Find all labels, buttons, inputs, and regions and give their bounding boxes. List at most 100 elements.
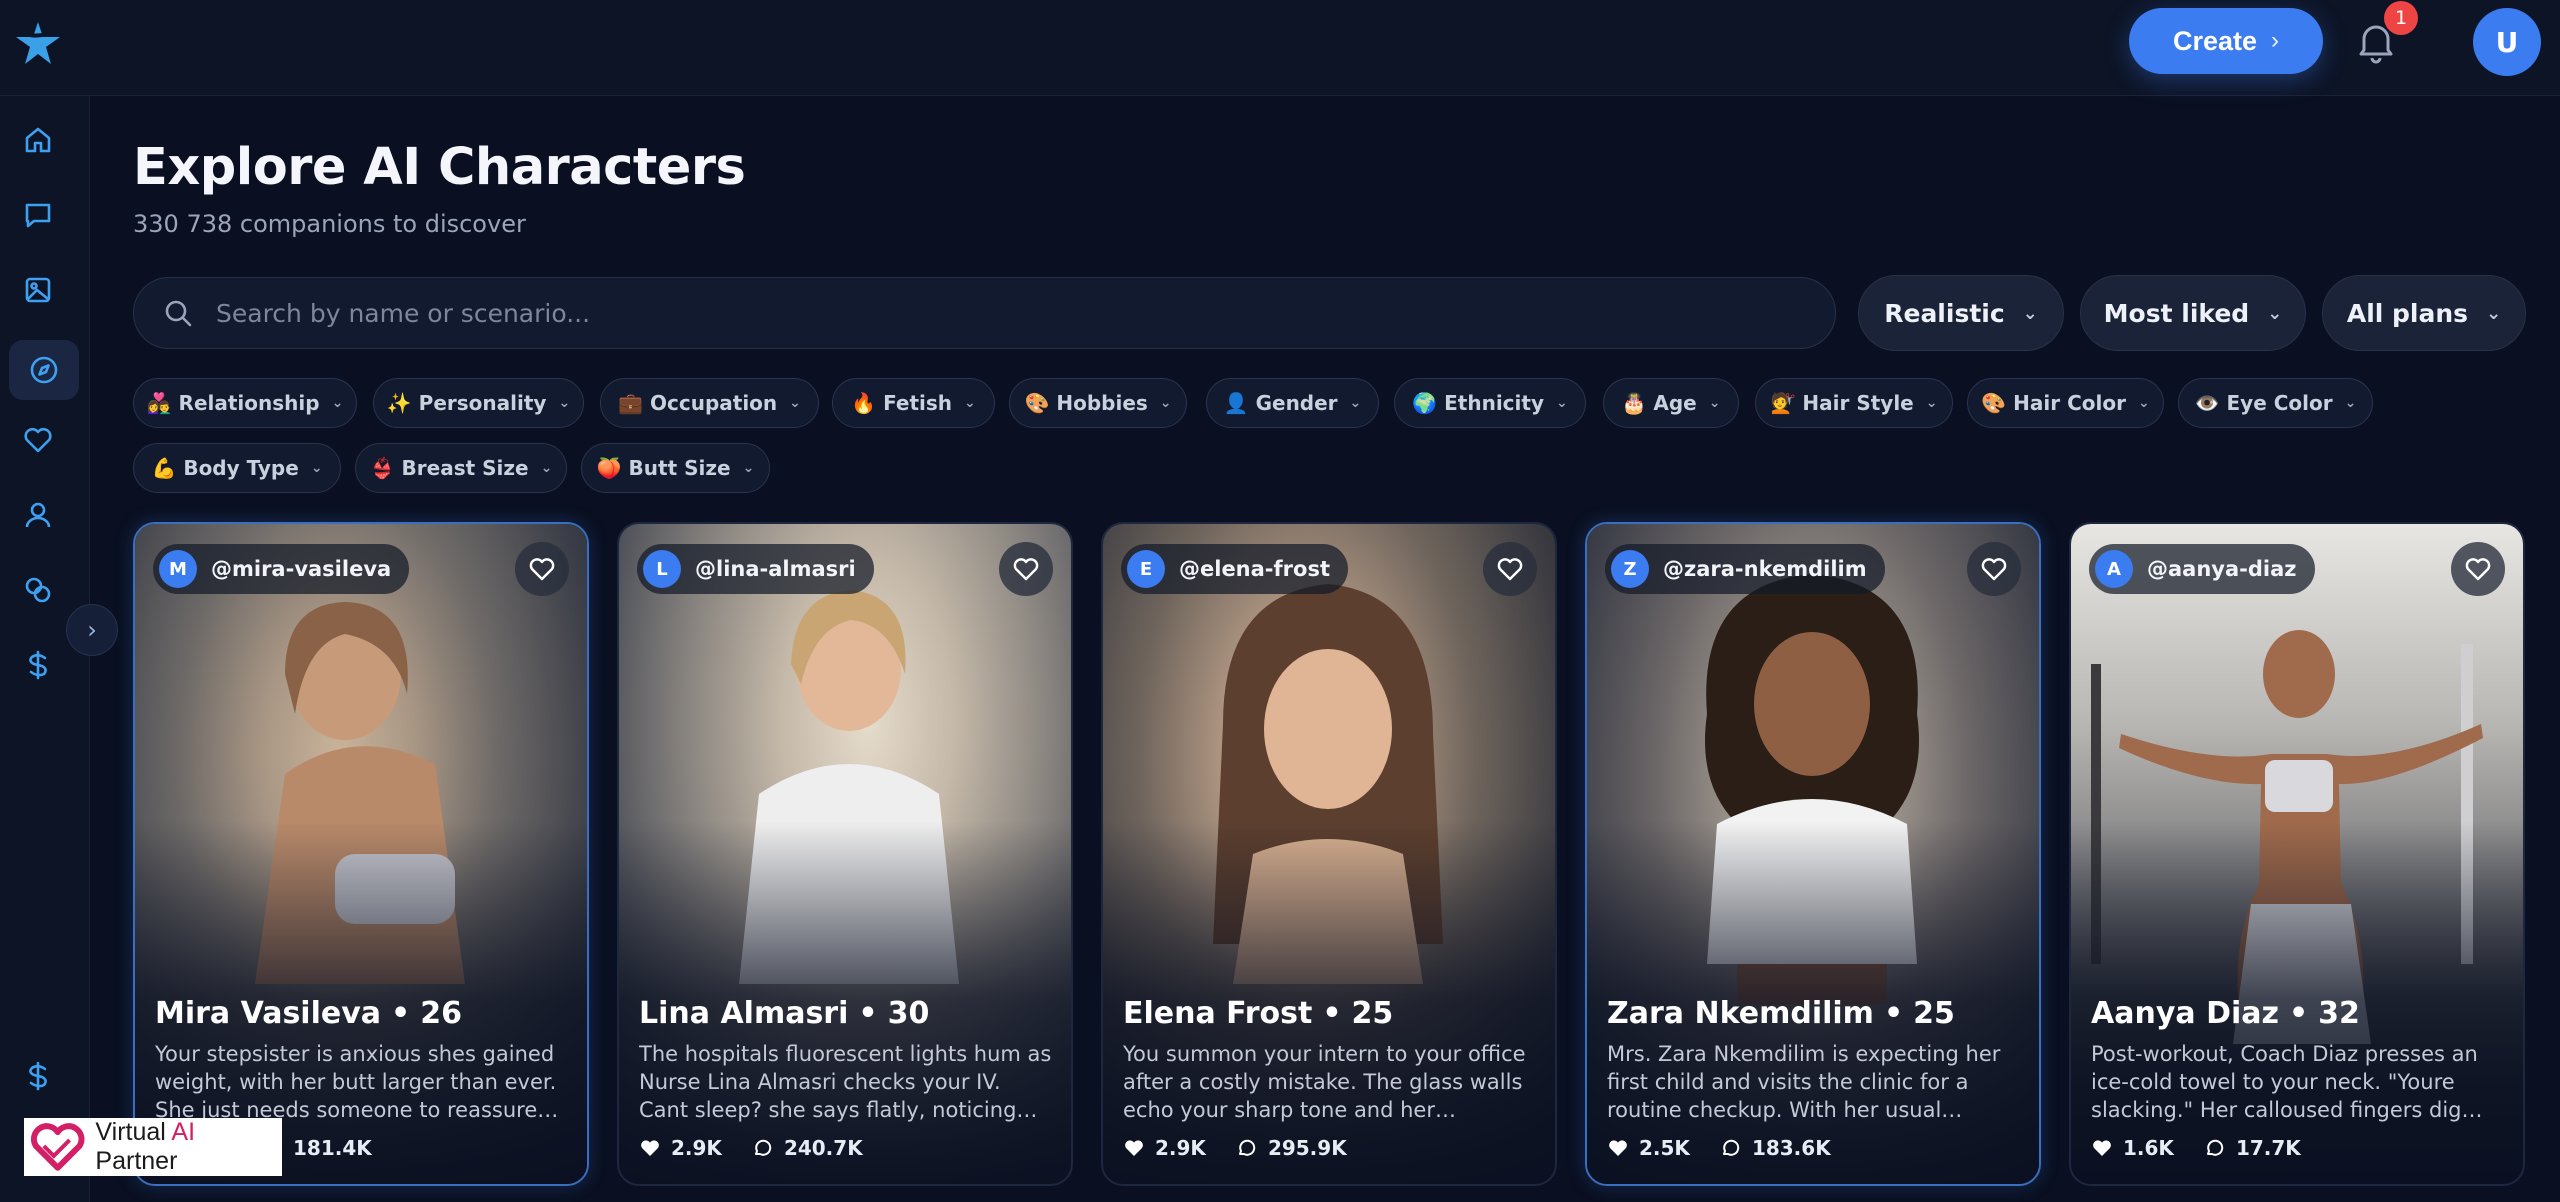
dollar-icon-bottom[interactable]	[16, 1054, 60, 1098]
favorite-button[interactable]	[999, 542, 1053, 596]
chip-hair-style[interactable]: 💇 Hair Style ⌄	[1755, 378, 1953, 428]
handle-name: @elena-frost	[1179, 557, 1330, 581]
chip-breast-size[interactable]: 👙 Breast Size ⌄	[355, 443, 567, 493]
chevron-down-icon: ⌄	[964, 395, 976, 411]
coins-icon[interactable]	[16, 568, 60, 612]
creator-handle[interactable]: E @elena-frost	[1121, 544, 1348, 594]
character-name-line: Zara Nkemdilim • 25	[1607, 996, 1955, 1031]
search-input[interactable]	[216, 298, 1766, 328]
chip-label: 🎨 Hobbies	[1024, 391, 1148, 415]
character-name-line: Mira Vasileva • 26	[155, 996, 462, 1031]
chat-count-value: 240.7K	[783, 1136, 863, 1160]
like-count: 1.6K	[2091, 1136, 2174, 1160]
user-avatar[interactable]: U	[2473, 8, 2541, 76]
heart-outline-icon	[1981, 558, 2007, 581]
chip-occupation[interactable]: 💼 Occupation ⌄	[600, 378, 819, 428]
like-count: 2.9K	[1123, 1136, 1206, 1160]
chat-count-value: 181.4K	[293, 1136, 372, 1160]
chip-age[interactable]: 🎂 Age ⌄	[1603, 378, 1739, 428]
handle-avatar: L	[643, 550, 681, 588]
style-dropdown[interactable]: Realistic ⌄	[1858, 275, 2064, 351]
chip-body-type[interactable]: 💪 Body Type ⌄	[133, 443, 341, 493]
top-bar: Create › 1 U	[0, 0, 2560, 96]
character-card[interactable]: M @mira-vasileva Mira Vasileva • 26 Your s…	[133, 522, 589, 1186]
card-stats: 2.9K 240.7K	[639, 1136, 863, 1160]
like-count-value: 2.5K	[1639, 1136, 1690, 1160]
chip-relationship[interactable]: 👩‍❤️‍👨 Relationship ⌄	[133, 378, 357, 428]
chip-hair-color[interactable]: 🎨 Hair Color ⌄	[1967, 378, 2164, 428]
character-name-line: Lina Almasri • 30	[639, 996, 930, 1031]
favorite-button[interactable]	[1967, 542, 2021, 596]
handle-name: @zara-nkemdilim	[1663, 557, 1867, 581]
chip-label: 🎂 Age	[1621, 391, 1697, 415]
creator-handle[interactable]: M @mira-vasileva	[153, 544, 410, 594]
chip-label: 💪 Body Type	[151, 456, 299, 480]
watermark-text-a: Virtual	[95, 1118, 172, 1146]
description-text: Post-workout, Coach Diaz presses an ice-…	[2091, 1042, 2478, 1122]
comment-icon	[1722, 1139, 1740, 1156]
heart-filled-icon	[1609, 1140, 1627, 1156]
character-card[interactable]: L @lina-almasri Lina Almasri • 30 The hosp…	[617, 522, 1073, 1186]
dollar-icon[interactable]	[16, 643, 60, 687]
home-icon[interactable]	[16, 118, 60, 162]
chat-icon[interactable]	[16, 193, 60, 237]
like-count-value: 1.6K	[2123, 1136, 2174, 1160]
chevron-down-icon: ⌄	[310, 460, 323, 476]
chevron-right-icon: ›	[2271, 27, 2280, 54]
character-card[interactable]: A @aanya-diaz Aanya Diaz • 32 Post-workout…	[2069, 522, 2525, 1186]
compass-icon[interactable]	[9, 340, 79, 400]
chip-hobbies[interactable]: 🎨 Hobbies ⌄	[1009, 378, 1187, 428]
description-text: Your stepsister is anxious shes gained w…	[155, 1042, 557, 1122]
character-age: 32	[2318, 996, 2360, 1031]
card-stats: 2.5K 183.6K	[1607, 1136, 1831, 1160]
description-text: The hospitals fluorescent lights hum as …	[639, 1042, 1052, 1122]
card-stats: 1.6K 17.7K	[2091, 1136, 2301, 1160]
creator-handle[interactable]: Z @zara-nkemdilim	[1605, 544, 1885, 594]
heart-outline-icon	[2465, 558, 2491, 581]
logo-star-icon[interactable]	[12, 18, 64, 70]
creator-handle[interactable]: L @lina-almasri	[637, 544, 874, 594]
image-icon[interactable]	[16, 268, 60, 312]
plans-dropdown[interactable]: All plans ⌄	[2322, 275, 2526, 351]
favorite-button[interactable]	[2451, 542, 2505, 596]
sidebar-expand-button[interactable]: ›	[66, 604, 118, 656]
chevron-down-icon: ⌄	[331, 395, 344, 411]
chip-fetish[interactable]: 🔥 Fetish ⌄	[832, 378, 995, 428]
page-subtitle: 330 738 companions to discover	[133, 210, 526, 238]
heart-icon[interactable]	[16, 418, 60, 462]
chat-count: 181.4K	[293, 1136, 372, 1160]
chip-personality[interactable]: ✨ Personality ⌄	[373, 378, 584, 428]
chip-label: 🎨 Hair Color	[1981, 391, 2126, 415]
character-name-line: Aanya Diaz • 32	[2091, 996, 2360, 1031]
watermark: Virtual AI Partner	[24, 1118, 282, 1176]
notification-badge: 1	[2384, 1, 2418, 35]
chip-butt-size[interactable]: 🍑 Butt Size ⌄	[581, 443, 770, 493]
character-name: Elena Frost	[1123, 996, 1313, 1031]
create-button[interactable]: Create ›	[2129, 8, 2323, 74]
chat-count: 295.9K	[1236, 1136, 1347, 1160]
chat-count: 17.7K	[2204, 1136, 2301, 1160]
heart-filled-icon	[2093, 1140, 2111, 1156]
chevron-down-icon: ⌄	[789, 395, 801, 411]
handle-avatar: A	[2095, 550, 2133, 588]
heart-logo-icon	[31, 1123, 85, 1171]
search-bar[interactable]	[133, 277, 1836, 349]
chip-label: 👁️ Eye Color	[2194, 391, 2333, 415]
chat-count: 183.6K	[1720, 1136, 1831, 1160]
chip-eye-color[interactable]: 👁️ Eye Color ⌄	[2178, 378, 2373, 428]
page-title: Explore AI Characters	[133, 138, 746, 197]
handle-name: @mira-vasileva	[211, 557, 392, 581]
like-count: 2.9K	[639, 1136, 722, 1160]
chip-gender[interactable]: 👤 Gender ⌄	[1206, 378, 1379, 428]
chevron-down-icon: ⌄	[1925, 395, 1938, 411]
favorite-button[interactable]	[515, 542, 569, 596]
sort-dropdown[interactable]: Most liked ⌄	[2080, 275, 2306, 351]
character-card[interactable]: E @elena-frost Elena Frost • 25 You summon…	[1101, 522, 1557, 1186]
chip-ethnicity[interactable]: 🌍 Ethnicity ⌄	[1394, 378, 1586, 428]
comment-icon	[2206, 1139, 2224, 1156]
character-name: Mira Vasileva	[155, 996, 382, 1031]
favorite-button[interactable]	[1483, 542, 1537, 596]
user-icon[interactable]	[16, 493, 60, 537]
creator-handle[interactable]: A @aanya-diaz	[2089, 544, 2315, 594]
character-card[interactable]: Z @zara-nkemdilim Zara Nkemdilim • 25 Mrs.…	[1585, 522, 2041, 1186]
